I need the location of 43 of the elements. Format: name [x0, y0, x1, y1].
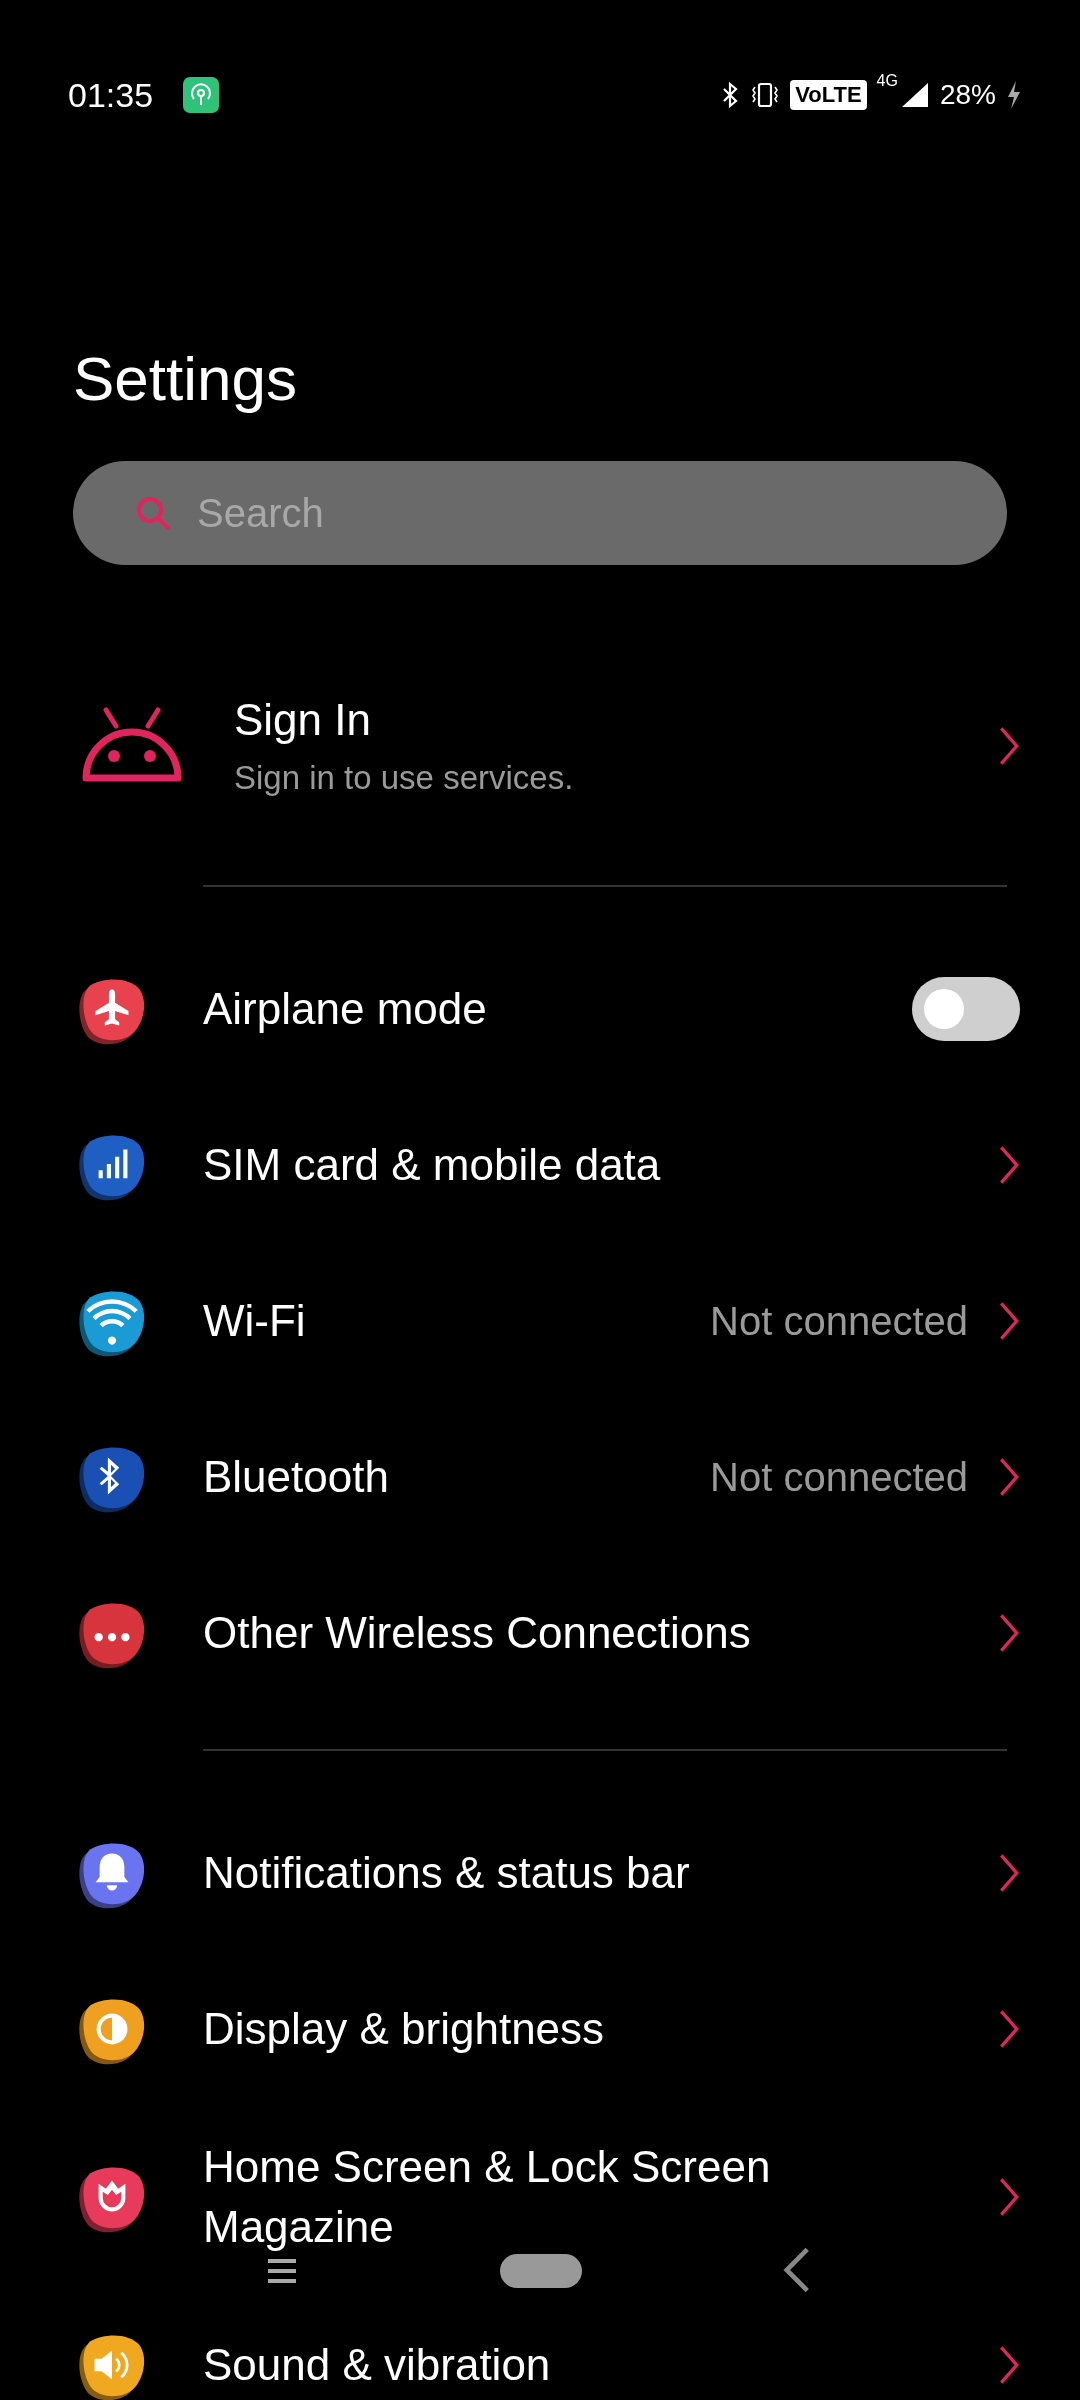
- settings-item[interactable]: Airplane mode: [0, 931, 1080, 1087]
- charging-icon: [1006, 80, 1022, 110]
- settings-item[interactable]: Display & brightness: [0, 1951, 1080, 2107]
- item-label: Other Wireless Connections: [203, 1607, 751, 1659]
- back-icon[interactable]: [783, 2246, 811, 2294]
- volte-badge: VoLTE: [790, 80, 867, 110]
- vibrate-icon: [750, 81, 781, 109]
- menu-icon[interactable]: [267, 2256, 297, 2286]
- chevron-icon: [998, 2007, 1020, 2051]
- item-label: Home Screen & Lock Screen Magazine: [203, 2141, 772, 2253]
- chevron-icon: [998, 1611, 1020, 1655]
- settings-item[interactable]: Sound & vibration: [0, 2287, 1080, 2400]
- sign-in-subtitle: Sign in to use services.: [234, 758, 575, 797]
- sign-in-title: Sign In: [234, 694, 372, 745]
- settings-item[interactable]: Bluetooth Not connected: [0, 1399, 1080, 1555]
- item-label: Airplane mode: [203, 983, 487, 1035]
- sign-in-row[interactable]: Sign In Sign in to use services.: [0, 606, 1080, 885]
- chevron-icon: [998, 1143, 1020, 1187]
- chevron-icon: [998, 1299, 1020, 1343]
- home-handle[interactable]: [500, 2254, 582, 2288]
- settings-item[interactable]: Other Wireless Connections: [0, 1555, 1080, 1711]
- status-time: 01:35: [68, 75, 154, 115]
- item-label: Sound & vibration: [203, 2339, 551, 2391]
- item-label: Wi-Fi: [203, 1295, 306, 1347]
- battery-percent: 28%: [939, 79, 996, 111]
- chevron-icon: [998, 2343, 1020, 2387]
- chevron-icon: [998, 1851, 1020, 1895]
- network-type: 4G: [876, 72, 898, 90]
- settings-item[interactable]: Home Screen & Lock Screen Magazine: [0, 2107, 1080, 2287]
- search-field[interactable]: Search: [73, 461, 1007, 565]
- page-title: Settings: [72, 343, 299, 415]
- settings-item[interactable]: Notifications & status bar: [0, 1795, 1080, 1951]
- item-status: Not connected: [710, 1454, 968, 1500]
- item-label: SIM card & mobile data: [203, 1139, 661, 1191]
- item-status: Not connected: [710, 1298, 968, 1344]
- chevron-icon: [998, 2175, 1020, 2219]
- settings-item[interactable]: SIM card & mobile data: [0, 1087, 1080, 1243]
- item-label: Bluetooth: [203, 1451, 389, 1503]
- item-label: Notifications & status bar: [203, 1847, 690, 1899]
- hotspot-icon: [183, 77, 220, 113]
- chevron-icon: [998, 1455, 1020, 1499]
- item-label: Display & brightness: [203, 2003, 605, 2055]
- settings-item[interactable]: Wi-Fi Not connected: [0, 1243, 1080, 1399]
